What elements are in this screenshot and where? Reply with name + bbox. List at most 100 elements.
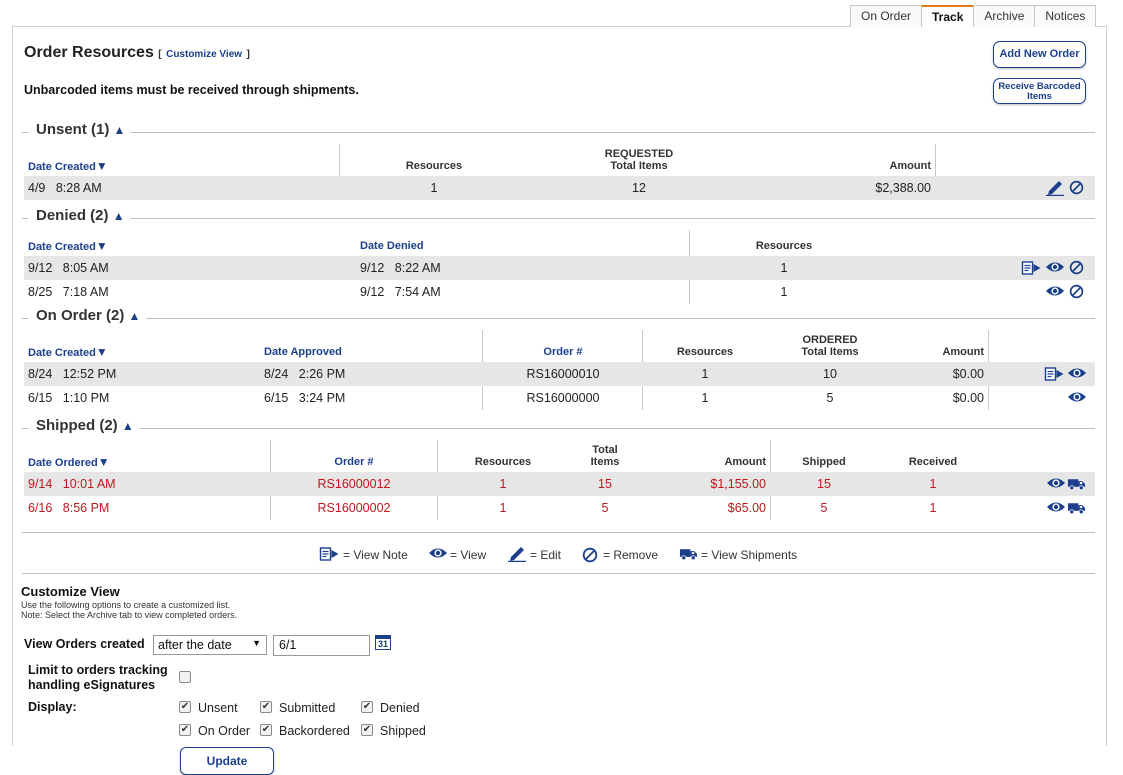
on-order-row1-order-no: RS16000010 bbox=[526, 367, 600, 381]
customize-view-link[interactable]: Customize View bbox=[166, 49, 242, 60]
tab-archive[interactable]: Archive bbox=[973, 5, 1036, 27]
shipped-col-order-no[interactable]: Order # bbox=[304, 456, 404, 468]
shipped-col-date-ordered[interactable]: Date Ordered▼ bbox=[28, 456, 110, 469]
shipped-col-received: Received bbox=[908, 456, 958, 468]
legend-view-note: = View Note bbox=[343, 548, 408, 562]
remove-icon[interactable] bbox=[1069, 260, 1084, 275]
on-order-row2-total-items: 5 bbox=[826, 391, 834, 405]
on-order-row1-approved: 8/24 2:26 PM bbox=[264, 367, 346, 381]
submitted-option-label: Submitted bbox=[279, 701, 336, 715]
backordered-option-label: Backordered bbox=[279, 724, 350, 738]
truck-icon[interactable] bbox=[1067, 501, 1086, 515]
view-note-icon[interactable] bbox=[1021, 261, 1042, 275]
shipped-row1-resources: 1 bbox=[499, 477, 507, 491]
collapse-triangle-icon[interactable]: ▲ bbox=[129, 309, 141, 323]
on-order-row1-date: 8/24 12:52 PM bbox=[28, 367, 117, 381]
customize-help-2: Note: Select the Archive tab to view com… bbox=[21, 610, 238, 620]
on-order-title: On Order (2) bbox=[36, 307, 125, 324]
shipped-row1-order-no: RS16000012 bbox=[317, 477, 391, 491]
view-icon[interactable] bbox=[1045, 260, 1065, 274]
legend-view: = View bbox=[450, 548, 487, 562]
shipped-option-label: Shipped bbox=[380, 724, 426, 738]
limit-esignatures-checkbox[interactable] bbox=[179, 671, 191, 683]
on-order-col-date-created[interactable]: Date Created▼ bbox=[28, 346, 108, 359]
shipped-checkbox[interactable]: ✔ bbox=[361, 724, 373, 736]
on-order-row1-total-items: 10 bbox=[823, 367, 837, 381]
remove-icon[interactable] bbox=[1069, 284, 1084, 299]
customize-view-title: Customize View bbox=[21, 584, 120, 599]
collapse-triangle-icon[interactable]: ▲ bbox=[114, 123, 126, 137]
collapse-triangle-icon[interactable]: ▲ bbox=[113, 209, 125, 223]
shipped-col-amount: Amount bbox=[724, 456, 766, 468]
denied-col-date-denied[interactable]: Date Denied bbox=[360, 240, 424, 252]
calendar-icon[interactable]: 31 bbox=[375, 635, 391, 650]
tab-track[interactable]: Track bbox=[921, 5, 975, 27]
remove-icon bbox=[581, 547, 599, 563]
shipped-col-resources: Resources bbox=[474, 456, 532, 468]
remove-icon[interactable] bbox=[1069, 180, 1084, 195]
denied-row2-date: 8/25 7:18 AM bbox=[28, 285, 109, 299]
on-order-col-resources: Resources bbox=[676, 346, 734, 358]
on-order-col-amount: Amount bbox=[942, 346, 984, 358]
truck-icon[interactable] bbox=[1067, 477, 1086, 491]
on-order-option-label: On Order bbox=[198, 724, 251, 738]
barcode-notice: Unbarcoded items must be received throug… bbox=[24, 83, 359, 97]
view-icon[interactable] bbox=[1067, 390, 1087, 404]
unsent-col-amount: Amount bbox=[889, 160, 931, 172]
on-order-col-ordered: ORDERED Total Items bbox=[801, 334, 859, 358]
denied-col-date-created[interactable]: Date Created▼ bbox=[28, 240, 108, 253]
unsent-col-date-created[interactable]: Date Created▼ bbox=[28, 160, 108, 173]
update-button[interactable]: Update bbox=[180, 747, 274, 775]
unsent-section-header[interactable]: Unsent (1) ▲ bbox=[22, 121, 1095, 141]
truck-icon bbox=[679, 547, 698, 561]
view-icon[interactable] bbox=[1067, 366, 1087, 380]
on-order-row2-amount: $0.00 bbox=[952, 391, 984, 405]
shipped-col-total-items: Total Items bbox=[590, 444, 620, 468]
shipped-section-header[interactable]: Shipped (2) ▲ bbox=[22, 417, 1095, 437]
view-icon[interactable] bbox=[1046, 500, 1066, 514]
tab-on-order[interactable]: On Order bbox=[850, 5, 923, 27]
on-order-row2-order-no: RS16000000 bbox=[526, 391, 600, 405]
collapse-triangle-icon[interactable]: ▲ bbox=[122, 419, 134, 433]
view-icon bbox=[428, 546, 448, 560]
chevron-down-icon: ▼ bbox=[252, 638, 261, 648]
unsent-col-resources: Resources bbox=[405, 160, 463, 172]
denied-col-resources: Resources bbox=[755, 240, 813, 252]
on-order-col-order-no[interactable]: Order # bbox=[513, 346, 613, 358]
denied-section-header[interactable]: Denied (2) ▲ bbox=[22, 207, 1095, 227]
table-row bbox=[24, 176, 1095, 200]
shipped-row1-date: 9/14 10:01 AM bbox=[28, 477, 116, 491]
denied-row1-date: 9/12 8:05 AM bbox=[28, 261, 109, 275]
view-note-icon[interactable] bbox=[1044, 367, 1065, 381]
legend-edit: = Edit bbox=[530, 548, 562, 562]
on-order-col-date-approved[interactable]: Date Approved bbox=[264, 346, 342, 358]
shipped-row2-amount: $65.00 bbox=[727, 501, 766, 515]
shipped-col-shipped: Shipped bbox=[802, 456, 846, 468]
view-orders-label: View Orders created bbox=[24, 637, 145, 651]
receive-barcoded-items-button[interactable]: Receive Barcoded Items bbox=[993, 78, 1086, 104]
view-icon[interactable] bbox=[1046, 476, 1066, 490]
date-input[interactable]: 6/1 bbox=[273, 635, 370, 656]
add-new-order-button[interactable]: Add New Order bbox=[993, 41, 1086, 68]
date-mode-select[interactable]: after the date ▼ bbox=[153, 635, 267, 655]
backordered-checkbox[interactable]: ✔ bbox=[260, 724, 272, 736]
denied-row2-resources: 1 bbox=[780, 285, 788, 299]
unsent-row-total-items: 12 bbox=[632, 181, 646, 195]
unsent-row-date: 4/9 8:28 AM bbox=[28, 181, 102, 195]
unsent-row-amount: $2,388.00 bbox=[875, 181, 931, 195]
on-order-section-header[interactable]: On Order (2) ▲ bbox=[22, 307, 1095, 327]
unsent-checkbox[interactable]: ✔ bbox=[179, 701, 191, 713]
legend-remove: = Remove bbox=[603, 548, 659, 562]
table-row bbox=[24, 256, 1095, 280]
display-label: Display: bbox=[28, 700, 77, 714]
view-note-icon bbox=[319, 547, 340, 561]
shipped-row2-received: 1 bbox=[929, 501, 937, 515]
view-icon[interactable] bbox=[1045, 284, 1065, 298]
shipped-row1-received: 1 bbox=[929, 477, 937, 491]
denied-checkbox[interactable]: ✔ bbox=[361, 701, 373, 713]
tab-notices[interactable]: Notices bbox=[1034, 5, 1097, 27]
submitted-checkbox[interactable]: ✔ bbox=[260, 701, 272, 713]
shipped-row1-shipped: 15 bbox=[817, 477, 831, 491]
edit-icon[interactable] bbox=[1045, 180, 1065, 196]
on-order-checkbox[interactable]: ✔ bbox=[179, 724, 191, 736]
